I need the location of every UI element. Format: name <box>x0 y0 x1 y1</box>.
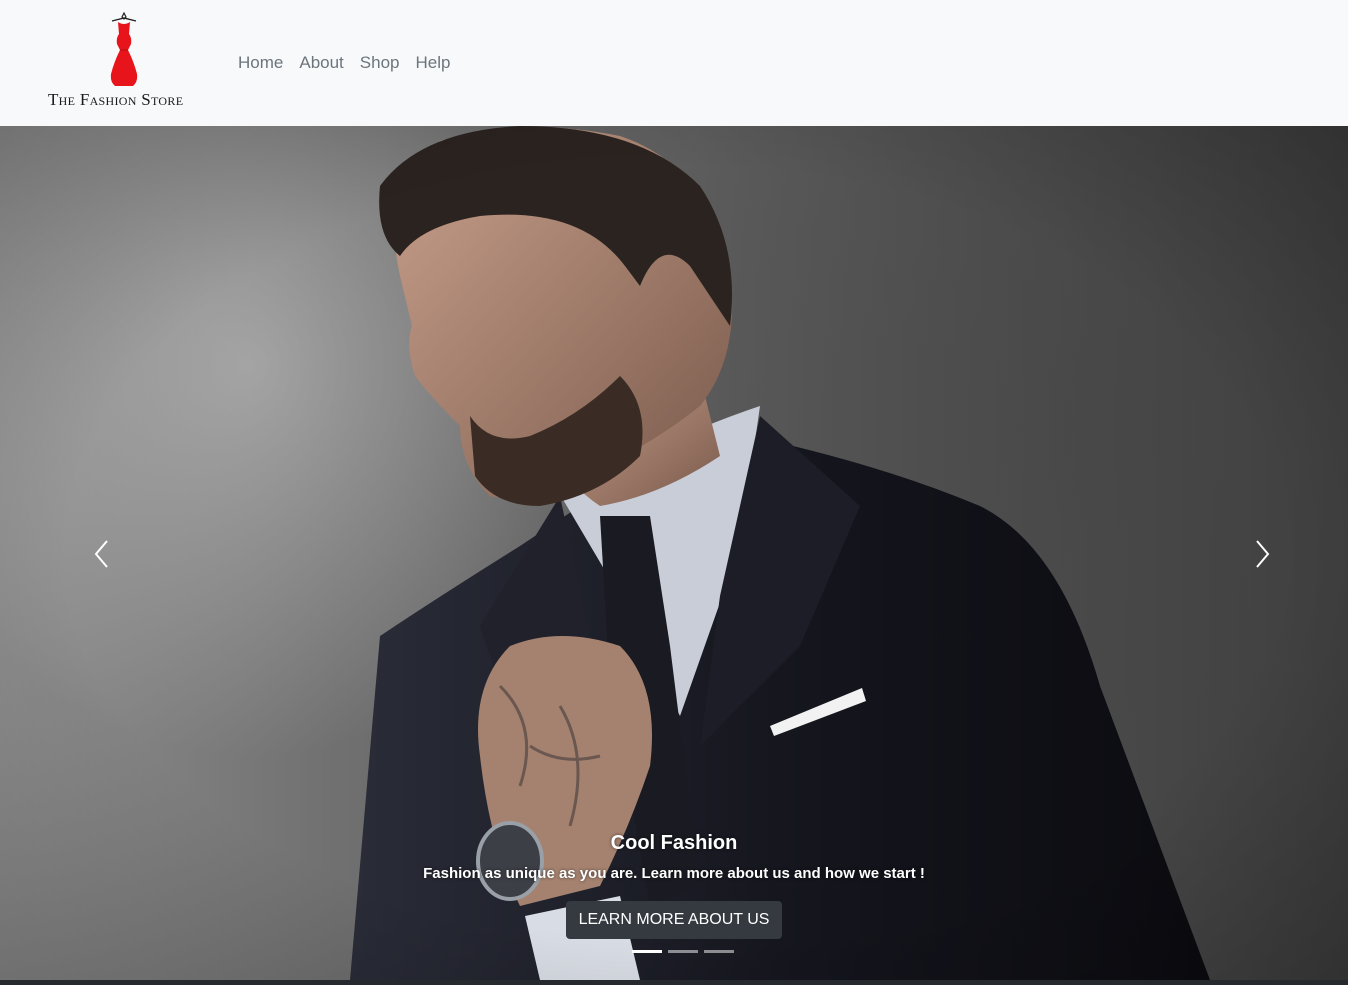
hero-carousel: Cool Fashion Fashion as unique as you ar… <box>0 126 1348 980</box>
learn-more-button[interactable]: LEARN MORE ABOUT US <box>565 901 783 939</box>
slide-title: Cool Fashion <box>610 832 738 854</box>
chevron-right-icon <box>1256 540 1270 568</box>
dress-icon <box>110 12 138 86</box>
top-navbar: The Fashion Store Home About Shop Help <box>0 0 1348 126</box>
nav-link-about[interactable]: About <box>299 52 343 74</box>
carousel-next-button[interactable] <box>1232 526 1292 582</box>
nav-link-shop[interactable]: Shop <box>360 52 400 74</box>
page-bottom-edge <box>0 980 1348 985</box>
chevron-left-icon <box>94 540 108 568</box>
brand-name: The Fashion Store <box>48 90 184 109</box>
nav-link-home[interactable]: Home <box>238 52 283 74</box>
carousel-indicator-3[interactable] <box>704 950 734 953</box>
brand-logo-link[interactable]: The Fashion Store <box>46 10 202 116</box>
carousel-prev-button[interactable] <box>72 526 132 582</box>
carousel-indicators <box>632 950 734 953</box>
carousel-indicator-1[interactable] <box>632 950 662 953</box>
nav-links: Home About Shop Help <box>238 52 450 74</box>
carousel-caption: Cool Fashion Fashion as unique as you ar… <box>374 830 974 939</box>
slide-text: Fashion as unique as you are. Learn more… <box>423 865 925 882</box>
carousel-indicator-2[interactable] <box>668 950 698 953</box>
nav-link-help[interactable]: Help <box>416 52 451 74</box>
